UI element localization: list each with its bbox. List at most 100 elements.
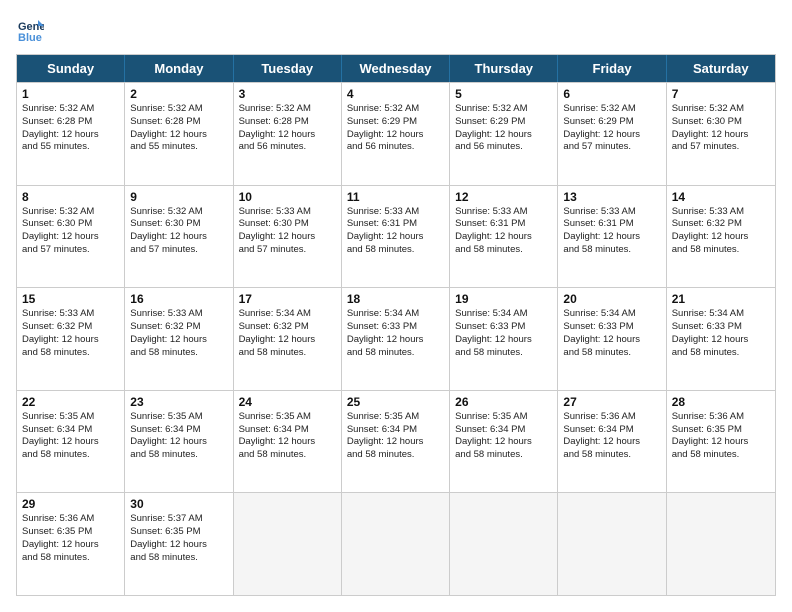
cell-info: Sunrise: 5:32 AMSunset: 6:28 PMDaylight:… xyxy=(239,103,336,154)
day-cell-3: 3 Sunrise: 5:32 AMSunset: 6:28 PMDaylight… xyxy=(234,83,342,185)
day-number: 27 xyxy=(563,395,660,409)
header-cell-thursday: Thursday xyxy=(450,55,558,82)
day-cell-15: 15 Sunrise: 5:33 AMSunset: 6:32 PMDayligh… xyxy=(17,288,125,390)
day-cell-5: 5 Sunrise: 5:32 AMSunset: 6:29 PMDaylight… xyxy=(450,83,558,185)
header-cell-friday: Friday xyxy=(558,55,666,82)
day-number: 17 xyxy=(239,292,336,306)
day-number: 8 xyxy=(22,190,119,204)
day-number: 15 xyxy=(22,292,119,306)
calendar-row-2: 8 Sunrise: 5:32 AMSunset: 6:30 PMDaylight… xyxy=(17,185,775,288)
empty-cell-4-3 xyxy=(342,493,450,595)
day-number: 10 xyxy=(239,190,336,204)
day-number: 4 xyxy=(347,87,444,101)
cell-info: Sunrise: 5:34 AMSunset: 6:33 PMDaylight:… xyxy=(455,308,552,359)
calendar-row-1: 1 Sunrise: 5:32 AMSunset: 6:28 PMDaylight… xyxy=(17,82,775,185)
empty-cell-4-4 xyxy=(450,493,558,595)
day-cell-28: 28 Sunrise: 5:36 AMSunset: 6:35 PMDayligh… xyxy=(667,391,775,493)
day-number: 22 xyxy=(22,395,119,409)
day-cell-21: 21 Sunrise: 5:34 AMSunset: 6:33 PMDayligh… xyxy=(667,288,775,390)
calendar-header: SundayMondayTuesdayWednesdayThursdayFrid… xyxy=(17,55,775,82)
day-cell-13: 13 Sunrise: 5:33 AMSunset: 6:31 PMDayligh… xyxy=(558,186,666,288)
day-cell-18: 18Sunrise: 5:34 AMSunset: 6:33 PMDayligh… xyxy=(342,288,450,390)
cell-info: Sunrise: 5:35 AMSunset: 6:34 PMDaylight:… xyxy=(22,411,119,462)
day-number: 14 xyxy=(672,190,770,204)
day-number: 26 xyxy=(455,395,552,409)
calendar-row-4: 22 Sunrise: 5:35 AMSunset: 6:34 PMDayligh… xyxy=(17,390,775,493)
day-cell-8: 8 Sunrise: 5:32 AMSunset: 6:30 PMDaylight… xyxy=(17,186,125,288)
cell-info: Sunrise: 5:33 AMSunset: 6:32 PMDaylight:… xyxy=(672,206,770,257)
day-number: 1 xyxy=(22,87,119,101)
day-number: 7 xyxy=(672,87,770,101)
day-cell-2: 2Sunrise: 5:32 AMSunset: 6:28 PMDaylight… xyxy=(125,83,233,185)
cell-info: Sunrise: 5:34 AMSunset: 6:32 PMDaylight:… xyxy=(239,308,336,359)
cell-info: Sunrise: 5:36 AMSunset: 6:35 PMDaylight:… xyxy=(672,411,770,462)
day-cell-14: 14 Sunrise: 5:33 AMSunset: 6:32 PMDayligh… xyxy=(667,186,775,288)
day-number: 25 xyxy=(347,395,444,409)
day-number: 16 xyxy=(130,292,227,306)
day-cell-7: 7 Sunrise: 5:32 AMSunset: 6:30 PMDaylight… xyxy=(667,83,775,185)
day-number: 12 xyxy=(455,190,552,204)
day-cell-9: 9Sunrise: 5:32 AMSunset: 6:30 PMDaylight… xyxy=(125,186,233,288)
header-cell-monday: Monday xyxy=(125,55,233,82)
day-number: 19 xyxy=(455,292,552,306)
logo-icon: General Blue xyxy=(16,16,44,44)
cell-info: Sunrise: 5:33 AMSunset: 6:30 PMDaylight:… xyxy=(239,206,336,257)
cell-info: Sunrise: 5:34 AMSunset: 6:33 PMDaylight:… xyxy=(347,308,444,359)
cell-info: Sunrise: 5:35 AMSunset: 6:34 PMDaylight:… xyxy=(347,411,444,462)
calendar-row-3: 15 Sunrise: 5:33 AMSunset: 6:32 PMDayligh… xyxy=(17,287,775,390)
day-number: 21 xyxy=(672,292,770,306)
cell-info: Sunrise: 5:35 AMSunset: 6:34 PMDaylight:… xyxy=(239,411,336,462)
header-cell-sunday: Sunday xyxy=(17,55,125,82)
day-cell-19: 19 Sunrise: 5:34 AMSunset: 6:33 PMDayligh… xyxy=(450,288,558,390)
cell-info: Sunrise: 5:35 AMSunset: 6:34 PMDaylight:… xyxy=(130,411,227,462)
day-number: 24 xyxy=(239,395,336,409)
empty-cell-4-2 xyxy=(234,493,342,595)
header-cell-tuesday: Tuesday xyxy=(234,55,342,82)
calendar-row-5: 29 Sunrise: 5:36 AMSunset: 6:35 PMDayligh… xyxy=(17,492,775,595)
day-cell-20: 20Sunrise: 5:34 AMSunset: 6:33 PMDayligh… xyxy=(558,288,666,390)
calendar-body: 1 Sunrise: 5:32 AMSunset: 6:28 PMDaylight… xyxy=(17,82,775,595)
empty-cell-4-6 xyxy=(667,493,775,595)
cell-info: Sunrise: 5:32 AMSunset: 6:29 PMDaylight:… xyxy=(563,103,660,154)
day-cell-4: 4 Sunrise: 5:32 AMSunset: 6:29 PMDaylight… xyxy=(342,83,450,185)
cell-info: Sunrise: 5:32 AMSunset: 6:30 PMDaylight:… xyxy=(672,103,770,154)
day-cell-30: 30Sunrise: 5:37 AMSunset: 6:35 PMDayligh… xyxy=(125,493,233,595)
day-number: 28 xyxy=(672,395,770,409)
page: General Blue SundayMondayTuesdayWednesda… xyxy=(0,0,792,612)
cell-info: Sunrise: 5:32 AMSunset: 6:28 PMDaylight:… xyxy=(22,103,119,154)
day-cell-1: 1 Sunrise: 5:32 AMSunset: 6:28 PMDaylight… xyxy=(17,83,125,185)
day-cell-17: 17 Sunrise: 5:34 AMSunset: 6:32 PMDayligh… xyxy=(234,288,342,390)
day-cell-27: 27 Sunrise: 5:36 AMSunset: 6:34 PMDayligh… xyxy=(558,391,666,493)
cell-info: Sunrise: 5:32 AMSunset: 6:29 PMDaylight:… xyxy=(347,103,444,154)
cell-info: Sunrise: 5:36 AMSunset: 6:34 PMDaylight:… xyxy=(563,411,660,462)
day-cell-26: 26 Sunrise: 5:35 AMSunset: 6:34 PMDayligh… xyxy=(450,391,558,493)
svg-text:Blue: Blue xyxy=(18,32,42,44)
cell-info: Sunrise: 5:33 AMSunset: 6:31 PMDaylight:… xyxy=(347,206,444,257)
day-cell-22: 22 Sunrise: 5:35 AMSunset: 6:34 PMDayligh… xyxy=(17,391,125,493)
day-number: 6 xyxy=(563,87,660,101)
cell-info: Sunrise: 5:36 AMSunset: 6:35 PMDaylight:… xyxy=(22,513,119,564)
day-cell-29: 29 Sunrise: 5:36 AMSunset: 6:35 PMDayligh… xyxy=(17,493,125,595)
day-number: 13 xyxy=(563,190,660,204)
cell-info: Sunrise: 5:32 AMSunset: 6:28 PMDaylight:… xyxy=(130,103,227,154)
cell-info: Sunrise: 5:32 AMSunset: 6:29 PMDaylight:… xyxy=(455,103,552,154)
day-number: 3 xyxy=(239,87,336,101)
empty-cell-4-5 xyxy=(558,493,666,595)
day-number: 23 xyxy=(130,395,227,409)
day-number: 20 xyxy=(563,292,660,306)
day-cell-23: 23 Sunrise: 5:35 AMSunset: 6:34 PMDayligh… xyxy=(125,391,233,493)
day-cell-6: 6 Sunrise: 5:32 AMSunset: 6:29 PMDaylight… xyxy=(558,83,666,185)
cell-info: Sunrise: 5:32 AMSunset: 6:30 PMDaylight:… xyxy=(22,206,119,257)
day-number: 5 xyxy=(455,87,552,101)
cell-info: Sunrise: 5:33 AMSunset: 6:31 PMDaylight:… xyxy=(563,206,660,257)
cell-info: Sunrise: 5:33 AMSunset: 6:32 PMDaylight:… xyxy=(22,308,119,359)
cell-info: Sunrise: 5:34 AMSunset: 6:33 PMDaylight:… xyxy=(672,308,770,359)
day-cell-16: 16Sunrise: 5:33 AMSunset: 6:32 PMDayligh… xyxy=(125,288,233,390)
day-cell-25: 25 Sunrise: 5:35 AMSunset: 6:34 PMDayligh… xyxy=(342,391,450,493)
day-number: 30 xyxy=(130,497,227,511)
cell-info: Sunrise: 5:35 AMSunset: 6:34 PMDaylight:… xyxy=(455,411,552,462)
day-number: 9 xyxy=(130,190,227,204)
day-cell-11: 11Sunrise: 5:33 AMSunset: 6:31 PMDayligh… xyxy=(342,186,450,288)
day-cell-10: 10 Sunrise: 5:33 AMSunset: 6:30 PMDayligh… xyxy=(234,186,342,288)
day-number: 29 xyxy=(22,497,119,511)
